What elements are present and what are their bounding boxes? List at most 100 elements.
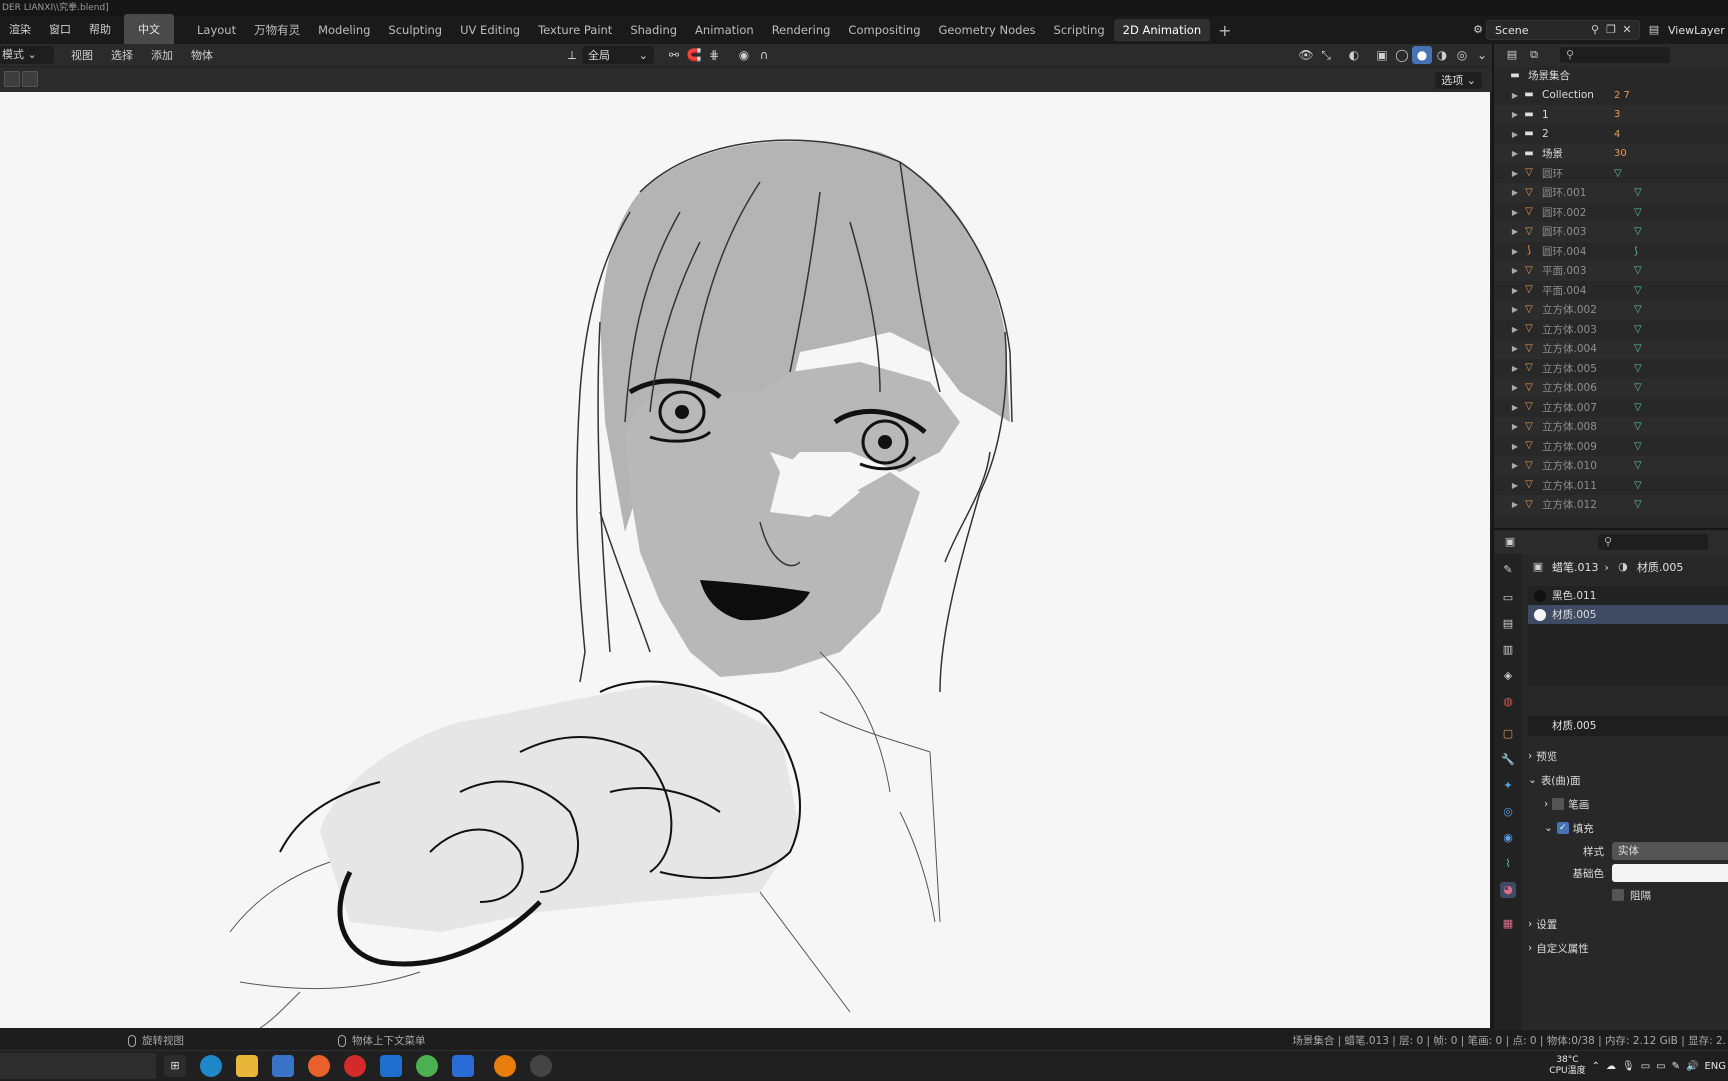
wireframe-shading-icon[interactable]: ◯ bbox=[1392, 46, 1412, 64]
outliner-object-row[interactable]: ▶ ▽ 立方体.008 ▽ bbox=[1494, 417, 1728, 437]
scene-tab-icon[interactable]: ◈ bbox=[1500, 668, 1516, 684]
language-button[interactable]: 中文 bbox=[124, 14, 174, 46]
expand-icon[interactable]: ▶ bbox=[1494, 149, 1522, 158]
mesh-data-icon[interactable]: ▽ bbox=[1634, 480, 1642, 491]
outliner-object-row[interactable]: ▶ ▽ 立方体.003 ▽ bbox=[1494, 320, 1728, 340]
outliner-object-row[interactable]: ▶ ▽ 立方体.006 ▽ bbox=[1494, 378, 1728, 398]
expand-icon[interactable]: ▶ bbox=[1494, 247, 1522, 256]
outliner-object-row[interactable]: ▶ ▽ 平面.003 ▽ bbox=[1494, 261, 1728, 281]
options-button[interactable]: 选项 ⌄ bbox=[1435, 72, 1482, 89]
mesh-data-icon[interactable]: ▽ bbox=[1634, 324, 1642, 335]
mesh-data-icon[interactable]: ▽ bbox=[1634, 285, 1642, 296]
expand-icon[interactable]: ▶ bbox=[1494, 344, 1522, 353]
outliner-object-row[interactable]: ▶ ▽ 圆环.001 ▽ bbox=[1494, 183, 1728, 203]
effects-tab-icon[interactable]: ✦ bbox=[1500, 778, 1516, 794]
mesh-data-icon[interactable]: ▽ bbox=[1634, 226, 1642, 237]
expand-icon[interactable]: ▶ bbox=[1494, 461, 1522, 470]
outliner-object-row[interactable]: ▶ ▽ 立方体.012 ▽ bbox=[1494, 495, 1728, 515]
mesh-data-icon[interactable]: ▽ bbox=[1634, 499, 1642, 510]
material-slot-selected[interactable]: 材质.005 bbox=[1528, 605, 1728, 624]
editor-type-icon[interactable]: ▤ bbox=[1504, 47, 1520, 63]
snap-icon[interactable]: 🧲 bbox=[684, 46, 704, 64]
menu-help[interactable]: 帮助 bbox=[80, 16, 120, 44]
expand-icon[interactable]: ▶ bbox=[1494, 481, 1522, 490]
snap-target-icon[interactable]: ⋕ bbox=[704, 46, 724, 64]
gizmo-icon[interactable]: ⤡ bbox=[1316, 46, 1336, 64]
scene-selector-icon[interactable]: ⚙ bbox=[1470, 22, 1486, 38]
expand-icon[interactable]: ▶ bbox=[1494, 403, 1522, 412]
mode-dropdown[interactable]: 模式 ⌄ bbox=[0, 46, 54, 64]
falloff-icon[interactable]: ∩ bbox=[754, 46, 774, 64]
tab-uv-editing[interactable]: UV Editing bbox=[451, 19, 529, 41]
mesh-data-icon[interactable]: ▽ bbox=[1634, 265, 1642, 276]
expand-icon[interactable]: ▶ bbox=[1494, 286, 1522, 295]
chrome-icon[interactable] bbox=[416, 1055, 438, 1077]
expand-icon[interactable]: ▶ bbox=[1494, 305, 1522, 314]
outliner-object-row[interactable]: ▶ ▽ 立方体.004 ▽ bbox=[1494, 339, 1728, 359]
output-tab-icon[interactable]: ▤ bbox=[1500, 616, 1516, 632]
close-icon[interactable]: ✕ bbox=[1619, 22, 1635, 38]
proportional-edit-icon[interactable]: ◉ bbox=[734, 46, 754, 64]
mesh-data-icon[interactable]: ▽ bbox=[1634, 382, 1642, 393]
stroke-panel-header[interactable]: › 笔画 bbox=[1522, 792, 1728, 816]
outliner-collection-row[interactable]: ▶ ▬ Collection 2 7 bbox=[1494, 86, 1728, 106]
editor-type-icon[interactable]: ▣ bbox=[1502, 534, 1518, 550]
mesh-data-icon[interactable]: ▽ bbox=[1634, 363, 1642, 374]
select-mode-icon[interactable] bbox=[4, 71, 20, 87]
cloud-icon[interactable]: ☁ bbox=[1606, 1061, 1616, 1072]
weather-widget[interactable]: 38°C CPU温度 bbox=[1549, 1055, 1585, 1077]
mesh-data-icon[interactable]: ▽ bbox=[1614, 168, 1622, 179]
expand-icon[interactable]: ▶ bbox=[1494, 208, 1522, 217]
expand-icon[interactable]: ▶ bbox=[1494, 383, 1522, 392]
monitor-icon[interactable]: ▭ bbox=[1641, 1061, 1650, 1072]
view-layer-icon[interactable]: ▤ bbox=[1646, 22, 1662, 38]
tab-texture-paint[interactable]: Texture Paint bbox=[529, 19, 621, 41]
curve-data-icon[interactable]: ⟆ bbox=[1634, 246, 1638, 257]
constraints-tab-icon[interactable]: ◉ bbox=[1500, 830, 1516, 846]
tab-modeling[interactable]: Modeling bbox=[309, 19, 379, 41]
mesh-data-icon[interactable]: ▽ bbox=[1634, 402, 1642, 413]
outliner-object-row[interactable]: ▶ ⟆ 圆环.004 ⟆ bbox=[1494, 242, 1728, 262]
expand-icon[interactable]: ▶ bbox=[1494, 500, 1522, 509]
physics-tab-icon[interactable]: ◎ bbox=[1500, 804, 1516, 820]
outliner-root[interactable]: ▬ 场景集合 bbox=[1494, 66, 1728, 86]
microphone-icon[interactable]: 🎙 bbox=[1622, 1061, 1635, 1072]
menu-object[interactable]: 物体 bbox=[182, 47, 222, 63]
xray-icon[interactable]: ▣ bbox=[1372, 46, 1392, 64]
mesh-data-icon[interactable]: ▽ bbox=[1634, 343, 1642, 354]
surface-panel-header[interactable]: ⌄ 表(曲)面 bbox=[1522, 768, 1728, 792]
netease-music-icon[interactable] bbox=[344, 1055, 366, 1077]
pivot-icon[interactable]: ⚯ bbox=[664, 46, 684, 64]
settings-panel-header[interactable]: › 设置 bbox=[1522, 912, 1728, 936]
expand-icon[interactable]: ▶ bbox=[1494, 227, 1522, 236]
file-explorer-icon[interactable] bbox=[236, 1055, 258, 1077]
app-icon[interactable] bbox=[380, 1055, 402, 1077]
visibility-icon[interactable]: 👁 bbox=[1296, 46, 1316, 64]
rendered-shading-icon[interactable]: ◎ bbox=[1452, 46, 1472, 64]
mesh-data-icon[interactable]: ▽ bbox=[1634, 460, 1642, 471]
new-scene-icon[interactable]: ❐ bbox=[1603, 22, 1619, 38]
view-layer-tab-icon[interactable]: ▥ bbox=[1500, 642, 1516, 658]
select-box-icon[interactable] bbox=[22, 71, 38, 87]
mesh-data-icon[interactable]: ▽ bbox=[1634, 304, 1642, 315]
material-slot[interactable]: 黑色.011 bbox=[1528, 586, 1728, 605]
outliner-object-row[interactable]: ▶ ▽ 立方体.002 ▽ bbox=[1494, 300, 1728, 320]
battery-icon[interactable]: ▭ bbox=[1656, 1061, 1665, 1072]
task-view-icon[interactable]: ⊞ bbox=[164, 1055, 186, 1077]
outliner-object-row[interactable]: ▶ ▽ 立方体.010 ▽ bbox=[1494, 456, 1728, 476]
material-shading-icon[interactable]: ◑ bbox=[1432, 46, 1452, 64]
outliner-collection-row[interactable]: ▶ ▬ 2 4 bbox=[1494, 125, 1728, 145]
outliner-object-row[interactable]: ▶ ▽ 圆环.003 ▽ bbox=[1494, 222, 1728, 242]
style-dropdown[interactable]: 实体 bbox=[1612, 842, 1728, 860]
texture-tab-icon[interactable]: ▦ bbox=[1500, 916, 1516, 932]
outliner-object-row[interactable]: ▶ ▽ 立方体.007 ▽ bbox=[1494, 398, 1728, 418]
tab-animation[interactable]: Animation bbox=[686, 19, 763, 41]
tab-shading[interactable]: Shading bbox=[621, 19, 686, 41]
view-layer-field[interactable]: ▤ ViewLayer bbox=[1646, 22, 1725, 38]
preview-panel-header[interactable]: › 预览 bbox=[1522, 744, 1728, 768]
outliner-object-row[interactable]: ▶ ▽ 立方体.005 ▽ bbox=[1494, 359, 1728, 379]
world-tab-icon[interactable]: ◍ bbox=[1500, 694, 1516, 710]
firefox-icon[interactable] bbox=[308, 1055, 330, 1077]
outliner-collection-row[interactable]: ▶ ▬ 1 3 bbox=[1494, 105, 1728, 125]
tab-2d-animation[interactable]: 2D Animation bbox=[1113, 19, 1211, 41]
